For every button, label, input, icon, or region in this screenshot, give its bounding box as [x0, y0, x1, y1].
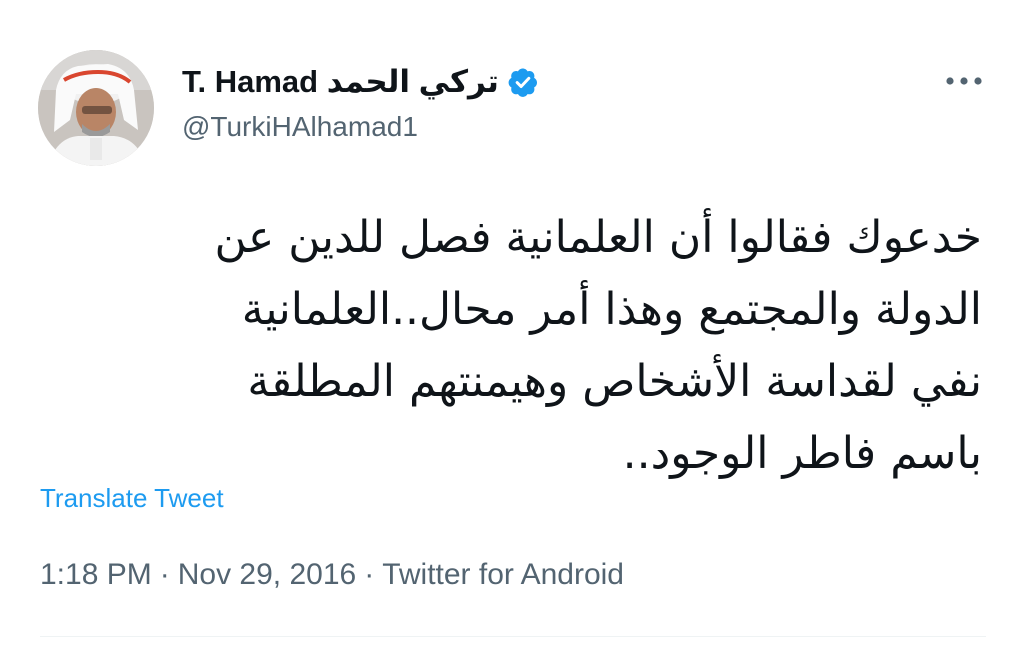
more-horizontal-icon: [946, 77, 982, 85]
profile-photo: [38, 50, 154, 166]
tweet-line: باسم فاطر الوجود..: [622, 428, 982, 479]
meta-separator: ·: [364, 558, 375, 591]
translate-tweet-link[interactable]: Translate Tweet: [40, 483, 224, 514]
user-handle[interactable]: @TurkiHAlhamad1: [182, 111, 418, 143]
tweet-metadata: 1:18 PM · Nov 29, 2016 · Twitter for Android: [40, 558, 624, 592]
tweet-line: خدعوك فقالوا أن العلمانية فصل للدين عن: [214, 212, 982, 263]
tweet-time[interactable]: 1:18 PM: [40, 558, 152, 591]
display-name[interactable]: T. Hamad تركي الحمد: [182, 64, 499, 100]
more-options-button[interactable]: [940, 66, 988, 96]
tweet-line: الدولة والمجتمع وهذا أمر محال..العلمانية: [241, 284, 982, 335]
tweet-date[interactable]: Nov 29, 2016: [178, 558, 356, 591]
verified-badge-icon: [507, 66, 539, 98]
tweet-text: خدعوك فقالوا أن العلمانية فصل للدين عن ا…: [42, 202, 982, 490]
author-name-row: T. Hamad تركي الحمد: [182, 62, 539, 102]
tweet-source: Twitter for Android: [382, 558, 624, 591]
tweet-line: نفي لقداسة الأشخاص وهيمنتهم المطلقة: [247, 356, 982, 407]
divider: [40, 636, 986, 637]
avatar[interactable]: [38, 50, 154, 166]
meta-separator: ·: [159, 558, 170, 591]
